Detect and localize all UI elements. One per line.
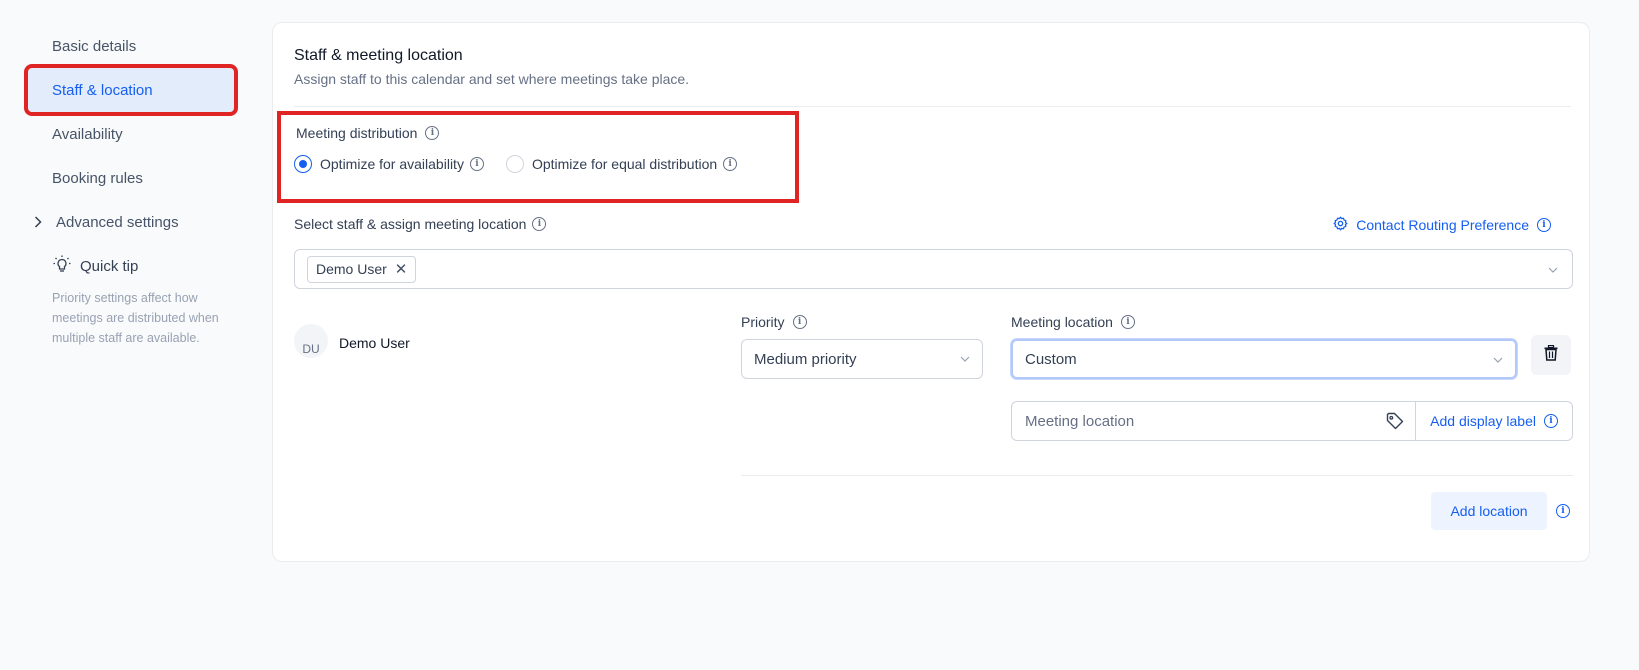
quick-tip-body: Priority settings affect how meetings ar… [52, 291, 219, 345]
info-icon[interactable]: i [1537, 218, 1551, 232]
radio-label: Optimize for equal distribution [531, 156, 718, 172]
gear-icon [1333, 216, 1348, 234]
tag-icon [1375, 402, 1415, 440]
section-subtitle: Assign staff to this calendar and set wh… [294, 71, 690, 87]
sidebar-item-label: Advanced settings [56, 213, 179, 231]
settings-sidebar: Basic details Staff & location Availabil… [24, 24, 238, 348]
meeting-location-select-value: Custom [1025, 350, 1077, 368]
quick-tip: Quick tip Priority settings affect how m… [28, 254, 234, 348]
meeting-location-label-text: Meeting location [1011, 314, 1113, 330]
priority-label-text: Priority [741, 314, 785, 330]
sidebar-item-label: Booking rules [52, 169, 143, 187]
delete-button[interactable] [1531, 335, 1571, 375]
meeting-location-input[interactable] [1012, 402, 1376, 440]
avatar: DU [294, 324, 328, 358]
contact-routing-label: Contact Routing Preference [1356, 217, 1529, 233]
contact-routing-preference-link[interactable]: Contact Routing Preference i [1333, 216, 1551, 234]
meeting-distribution-label: Meeting distribution i [296, 125, 440, 141]
add-location-button[interactable]: Add location [1431, 492, 1547, 530]
add-display-label-text: Add display label [1430, 413, 1536, 429]
priority-select-value: Medium priority [754, 350, 857, 368]
select-staff-label: Select staff & assign meeting location i [294, 216, 547, 232]
meeting-distribution-text: Meeting distribution [296, 125, 418, 141]
chevron-down-icon [1493, 354, 1503, 366]
radio-optimize-equal-distribution[interactable]: Optimize for equal distribution i [505, 155, 738, 173]
sidebar-item-basic-details[interactable]: Basic details [28, 24, 234, 68]
add-display-label-button[interactable]: Add display label i [1415, 402, 1572, 440]
radio-button-checked[interactable] [294, 155, 312, 173]
info-icon[interactable]: i [1120, 315, 1135, 329]
staff-multiselect[interactable]: Demo User ✕ [294, 249, 1573, 289]
meeting-location-label: Meeting location i [1011, 314, 1135, 330]
radio-optimize-availability[interactable]: Optimize for availability i [294, 155, 484, 173]
staff-chip: Demo User ✕ [307, 255, 417, 283]
close-icon[interactable]: ✕ [395, 260, 408, 278]
sidebar-item-availability[interactable]: Availability [28, 112, 234, 156]
divider [294, 106, 1571, 107]
chevron-down-icon [960, 353, 970, 365]
info-icon[interactable]: i [723, 157, 738, 171]
quick-tip-title: Quick tip [80, 257, 139, 275]
sidebar-item-booking-rules[interactable]: Booking rules [28, 156, 234, 200]
add-location-text: Add location [1450, 503, 1528, 519]
meeting-distribution-radio-group: Optimize for availability i Optimize for… [294, 155, 759, 173]
sidebar-item-advanced-settings[interactable]: Advanced settings [28, 200, 234, 244]
priority-select[interactable]: Medium priority [741, 339, 983, 379]
chevron-right-icon [28, 216, 48, 228]
info-icon[interactable]: i [469, 157, 484, 171]
priority-label: Priority i [741, 314, 807, 330]
sidebar-item-staff-location[interactable]: Staff & location [24, 64, 238, 116]
staff-name: Demo User [339, 335, 410, 351]
radio-label: Optimize for availability [320, 156, 464, 172]
avatar-initials: DU [302, 342, 320, 356]
divider [741, 475, 1573, 476]
meeting-location-select[interactable]: Custom [1011, 339, 1517, 379]
staff-location-card: Staff & meeting location Assign staff to… [272, 22, 1590, 562]
info-icon[interactable]: i [792, 315, 807, 329]
chevron-down-icon [1548, 262, 1558, 276]
info-icon[interactable]: i [1544, 414, 1558, 428]
sidebar-item-label: Basic details [52, 37, 137, 55]
sidebar-item-label: Staff & location [52, 81, 153, 99]
info-icon[interactable]: i [1556, 504, 1570, 518]
select-staff-text: Select staff & assign meeting location [294, 216, 527, 232]
radio-button[interactable] [505, 155, 524, 173]
staff-chip-label: Demo User [316, 261, 387, 277]
meeting-location-input-group: Add display label i [1011, 401, 1573, 441]
lightbulb-icon [52, 254, 72, 278]
trash-icon [1544, 344, 1558, 366]
section-title: Staff & meeting location [294, 47, 463, 64]
sidebar-item-label: Availability [52, 125, 123, 143]
info-icon[interactable]: i [532, 217, 547, 231]
info-icon[interactable]: i [425, 126, 440, 140]
